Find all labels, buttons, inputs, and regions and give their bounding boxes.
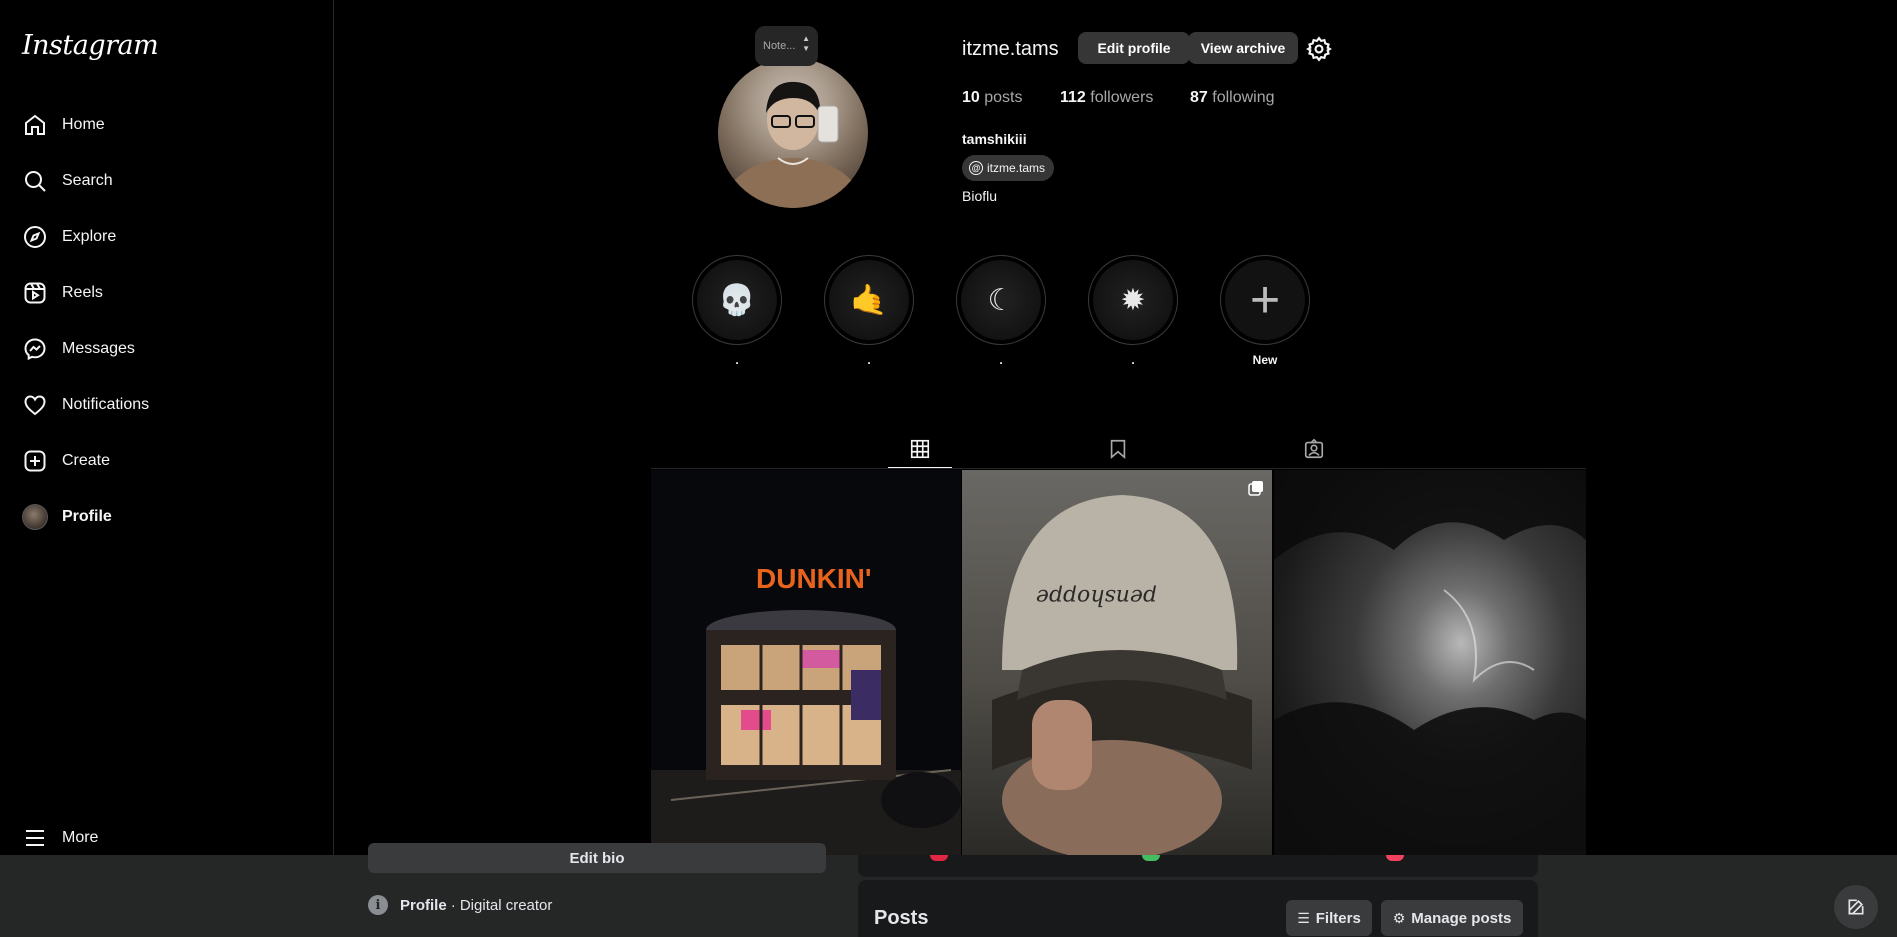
- threads-handle: itzme.tams: [987, 161, 1046, 175]
- edit-bio-button[interactable]: Edit bio: [368, 843, 826, 873]
- filters-button[interactable]: ☰ Filters: [1286, 900, 1372, 936]
- story-highlight[interactable]: 💀 .: [692, 255, 782, 367]
- tagged-icon: [1304, 438, 1324, 459]
- sidebar-item-label: Messages: [62, 340, 135, 357]
- threads-badge[interactable]: @ itzme.tams: [962, 155, 1055, 181]
- cap-brand: penshoppe: [1036, 584, 1157, 609]
- filters-icon: ☰: [1297, 909, 1310, 926]
- profile-photo-art: [723, 81, 863, 208]
- tab-posts[interactable]: [888, 430, 952, 468]
- post-tile[interactable]: penshoppe: [962, 470, 1272, 855]
- profile-picture[interactable]: [718, 58, 868, 208]
- story-highlight[interactable]: ☾ .: [956, 255, 1046, 367]
- sidebar-item-search[interactable]: Search: [12, 157, 322, 205]
- highlight-label: .: [867, 353, 871, 367]
- sidebar-item-label: Search: [62, 172, 113, 189]
- composer-card: [858, 855, 1538, 877]
- note-placeholder: Note...: [763, 40, 796, 52]
- search-icon: [22, 168, 48, 194]
- settings-gear-icon[interactable]: [1306, 36, 1332, 62]
- sidebar-item-reels[interactable]: Reels: [12, 269, 322, 317]
- highlight-label: New: [1252, 353, 1278, 367]
- sun-icon: ✹: [1093, 260, 1173, 340]
- post-photo-dunkin: DUNKIN': [651, 470, 961, 855]
- compass-icon: [22, 224, 48, 250]
- instagram-logo[interactable]: Instagram: [22, 30, 159, 61]
- sidebar-item-profile[interactable]: Profile: [12, 493, 322, 541]
- sidebar: Instagram Home Search Explore Reels Mess…: [0, 0, 334, 855]
- carousel-icon: [1248, 481, 1263, 496]
- heart-icon: [22, 392, 48, 418]
- tab-saved[interactable]: [1086, 430, 1150, 468]
- moon-icon: ☾: [961, 260, 1041, 340]
- compose-icon: [1848, 899, 1864, 915]
- profile-username: itzme.tams: [962, 38, 1059, 60]
- sidebar-item-label: Reels: [62, 284, 103, 301]
- post-tile[interactable]: [1274, 470, 1586, 855]
- story-highlight[interactable]: 🤙 .: [824, 255, 914, 367]
- reels-icon: [22, 280, 48, 306]
- profile-category: i Profile · Digital creator: [368, 895, 552, 915]
- followers-count[interactable]: 112 followers: [1060, 89, 1153, 107]
- avatar: [22, 504, 48, 530]
- view-archive-button[interactable]: View archive: [1188, 32, 1298, 64]
- grid-icon: [910, 439, 930, 458]
- gear-icon: ⚙: [1392, 909, 1406, 926]
- profile-bio: Bioflu: [962, 188, 998, 204]
- plus-icon: +: [1225, 260, 1305, 340]
- highlight-label: .: [999, 353, 1003, 367]
- sidebar-item-messages[interactable]: Messages: [12, 325, 322, 373]
- posts-section-title: Posts: [874, 907, 929, 929]
- threads-icon: @: [969, 161, 983, 175]
- manage-posts-button[interactable]: ⚙ Manage posts: [1381, 900, 1523, 936]
- hand-sign-icon: 🤙: [829, 260, 909, 340]
- post-photo-clouds: [1274, 470, 1586, 855]
- note-stepper-icon: ▲ ▼: [802, 34, 810, 53]
- sidebar-item-notifications[interactable]: Notifications: [12, 381, 322, 429]
- sidebar-item-label: Create: [62, 452, 111, 469]
- highlight-label: .: [1131, 353, 1135, 367]
- new-message-button[interactable]: [1834, 885, 1878, 929]
- highlight-label: .: [735, 353, 739, 367]
- following-count[interactable]: 87 following: [1190, 89, 1275, 107]
- plus-square-icon: [22, 448, 48, 474]
- posts-count: 10 posts: [962, 89, 1023, 106]
- story-highlight[interactable]: ✹ .: [1088, 255, 1178, 367]
- edit-profile-button[interactable]: Edit profile: [1078, 32, 1190, 64]
- home-icon: [22, 112, 48, 138]
- tabs-divider: [651, 468, 1586, 469]
- note-bubble[interactable]: Note... ▲ ▼: [755, 26, 818, 66]
- post-tile[interactable]: DUNKIN': [651, 470, 961, 855]
- dunkin-sign: DUNKIN': [756, 563, 872, 594]
- sidebar-item-label: More: [62, 829, 99, 846]
- sidebar-item-label: Home: [62, 116, 105, 133]
- post-photo-cap: penshoppe: [992, 495, 1252, 855]
- skull-icon: 💀: [697, 260, 777, 340]
- profile-full-name: tamshikiii: [962, 131, 1027, 147]
- sidebar-item-label: Notifications: [62, 396, 150, 413]
- new-highlight-button[interactable]: + New: [1220, 255, 1310, 367]
- sidebar-item-home[interactable]: Home: [12, 101, 322, 149]
- messenger-icon: [22, 336, 48, 362]
- info-icon: i: [368, 895, 388, 915]
- tab-tagged[interactable]: [1282, 430, 1346, 468]
- sidebar-item-create[interactable]: Create: [12, 437, 322, 485]
- menu-icon: [22, 825, 48, 851]
- bookmark-icon: [1110, 439, 1126, 460]
- sidebar-item-label: Profile: [62, 508, 112, 525]
- sidebar-item-explore[interactable]: Explore: [12, 213, 322, 261]
- sidebar-item-label: Explore: [62, 228, 117, 245]
